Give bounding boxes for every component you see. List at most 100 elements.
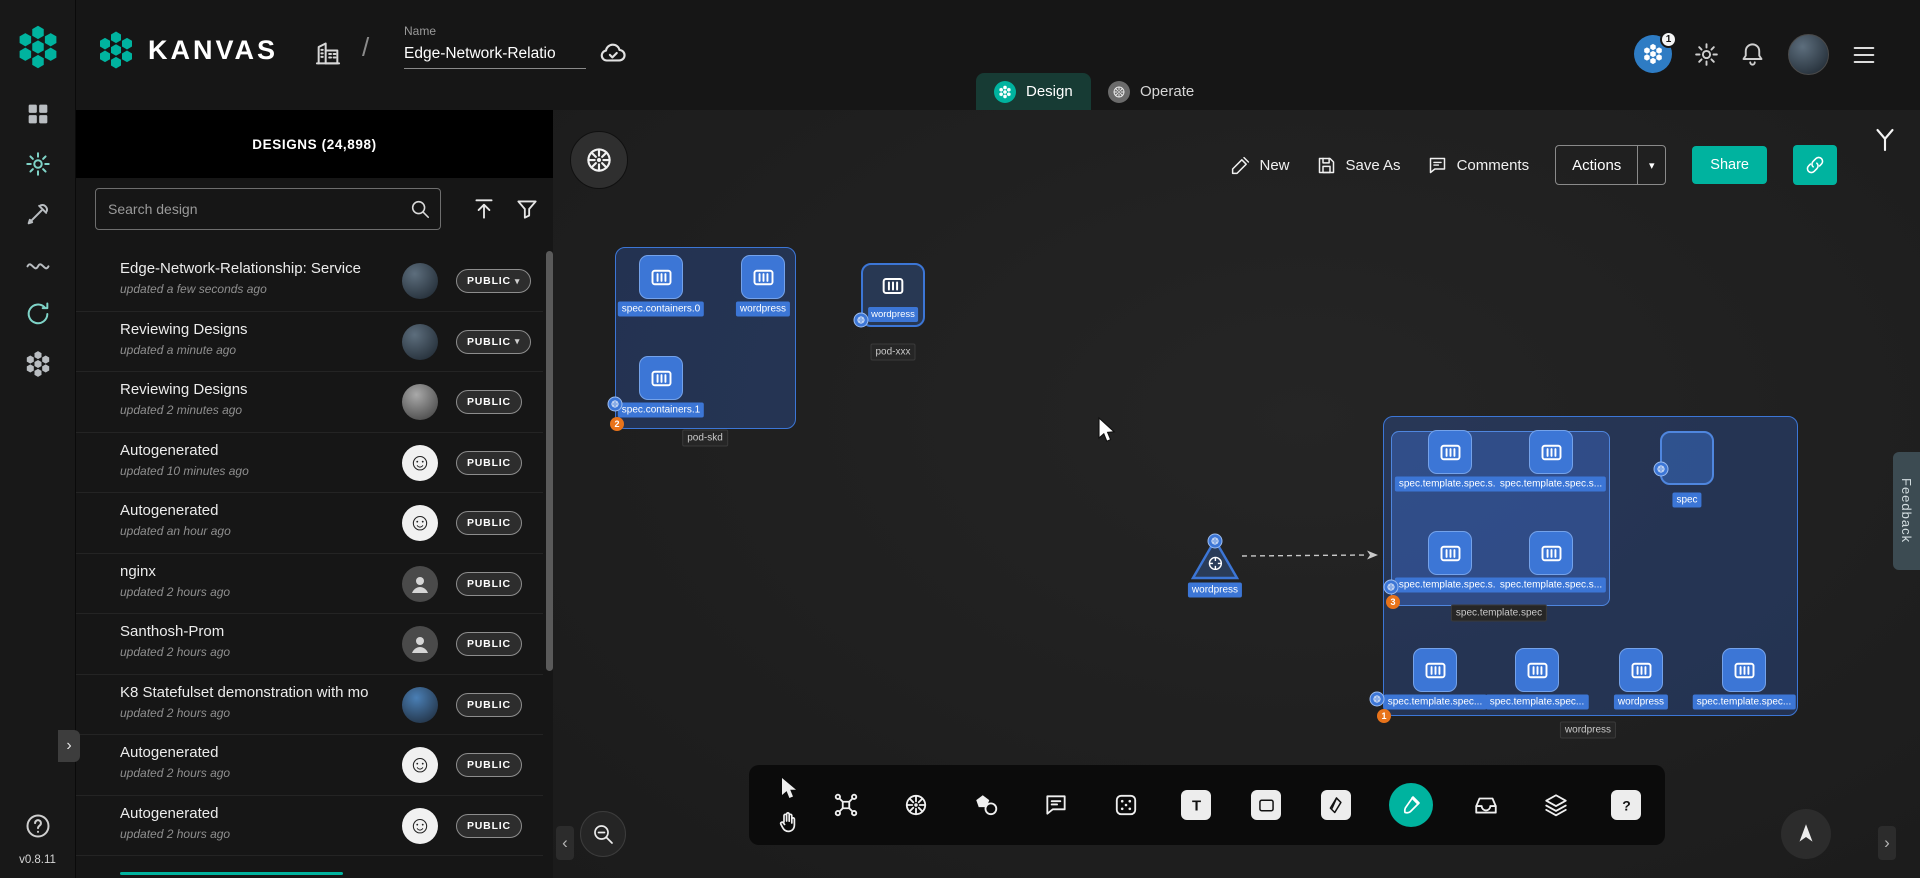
shapes-tool[interactable] — [969, 788, 1003, 822]
visibility-badge[interactable]: PUBLIC — [456, 632, 522, 656]
pod-node[interactable]: wordpress — [861, 263, 925, 327]
container-node[interactable] — [639, 356, 683, 400]
container-node[interactable] — [1529, 430, 1573, 474]
deployment-group-count-badge[interactable]: 1 — [1377, 709, 1391, 723]
design-list-item[interactable]: Autogenerated updated an hour ago ☺ PUBL… — [76, 493, 543, 554]
app-title: KANVAS — [148, 35, 278, 66]
container-node[interactable] — [639, 255, 683, 299]
tab-design[interactable]: Design — [976, 73, 1091, 110]
copy-link-button[interactable] — [1793, 145, 1837, 185]
list-scrollbar[interactable] — [546, 251, 553, 671]
menu-icon[interactable] — [1850, 41, 1878, 69]
dashboard-icon[interactable] — [24, 100, 52, 128]
help-icon[interactable] — [24, 812, 52, 840]
new-button[interactable]: New — [1230, 155, 1290, 176]
pod-node-k8s-badge[interactable] — [854, 313, 869, 328]
spec-node-k8s-badge[interactable] — [1654, 462, 1669, 477]
relationship-tool[interactable] — [829, 788, 863, 822]
toolbox-icon[interactable] — [24, 200, 52, 228]
visibility-badge[interactable]: PUBLIC — [456, 814, 522, 838]
visibility-badge[interactable]: PUBLIC — [456, 572, 522, 596]
freehand-tool[interactable] — [1389, 783, 1433, 827]
comments-button[interactable]: Comments — [1427, 155, 1530, 176]
visibility-badge[interactable]: PUBLIC — [456, 511, 522, 535]
container-node[interactable] — [1428, 531, 1472, 575]
template-group-count-badge[interactable]: 3 — [1386, 595, 1400, 609]
container-node-label: spec.containers.1 — [618, 403, 704, 418]
wordpress-triangle-k8s-badge[interactable] — [1208, 534, 1223, 549]
actions-dropdown-button[interactable]: Actions ▾ — [1555, 145, 1666, 185]
spec-node[interactable] — [1660, 431, 1714, 485]
kubernetes-context-button[interactable] — [570, 131, 628, 189]
notification-center-button[interactable]: 1 — [1634, 35, 1672, 73]
container-node[interactable] — [741, 255, 785, 299]
design-list-item[interactable]: Autogenerated updated 10 minutes ago ☺ P… — [76, 433, 543, 494]
container-node[interactable] — [1428, 430, 1472, 474]
design-list-item[interactable]: Edge-Network-Relationship: Service updat… — [76, 251, 543, 312]
filter-icon[interactable] — [514, 196, 540, 222]
share-button[interactable]: Share — [1692, 146, 1767, 184]
design-list-item[interactable]: K8 Statefulset demonstration with mo upd… — [76, 675, 543, 736]
design-list-item[interactable]: Reviewing Designs updated 2 minutes ago … — [76, 372, 543, 433]
design-name: K8 Statefulset demonstration with mo — [120, 684, 386, 701]
avatar[interactable] — [1788, 34, 1829, 75]
organization-icon[interactable] — [314, 40, 342, 68]
lifecycle-icon[interactable] — [24, 300, 52, 328]
design-list-item[interactable]: Santhosh-Prom updated 2 hours ago PUBLIC — [76, 614, 543, 675]
design-list-item[interactable]: Autogenerated updated 2 hours ago ☺ PUBL… — [76, 735, 543, 796]
kanvas-logo-icon[interactable] — [15, 24, 61, 70]
merge-branch-icon[interactable] — [1870, 122, 1906, 158]
layers-tool[interactable] — [1539, 788, 1573, 822]
components-tool[interactable] — [1109, 788, 1143, 822]
kubernetes-tool[interactable] — [899, 788, 933, 822]
chevron-down-icon[interactable]: ▾ — [1637, 146, 1665, 184]
design-list-item[interactable]: Reviewing Designs updated a minute ago P… — [76, 312, 543, 373]
search-icon[interactable] — [409, 198, 431, 220]
design-name-input[interactable] — [404, 43, 586, 69]
recenter-button[interactable] — [1781, 809, 1831, 859]
visibility-badge[interactable]: PUBLIC — [456, 390, 522, 414]
text-tool[interactable]: T — [1179, 788, 1213, 822]
container-node[interactable] — [1722, 648, 1766, 692]
container-node[interactable] — [1413, 648, 1457, 692]
bell-icon[interactable] — [1739, 41, 1766, 68]
connections-icon[interactable] — [24, 250, 52, 278]
design-list-item[interactable]: nginx updated 2 hours ago PUBLIC — [76, 554, 543, 615]
container-node[interactable] — [1515, 648, 1559, 692]
cloud-sync-icon[interactable] — [598, 38, 628, 68]
visibility-badge[interactable]: PUBLIC▾ — [456, 269, 531, 293]
import-design-icon[interactable] — [471, 196, 497, 222]
visibility-badge[interactable]: PUBLIC▾ — [456, 330, 531, 354]
wordpress-triangle-label: wordpress — [1188, 583, 1242, 598]
brand[interactable]: KANVAS — [96, 30, 278, 70]
visibility-badge[interactable]: PUBLIC — [456, 451, 522, 475]
save-as-button[interactable]: Save As — [1316, 155, 1401, 176]
search-input[interactable] — [95, 188, 441, 230]
tab-operate[interactable]: Operate — [1090, 73, 1212, 110]
container-node[interactable] — [1619, 648, 1663, 692]
pen-tool[interactable] — [1319, 788, 1353, 822]
settings-gears-icon[interactable] — [24, 150, 52, 178]
container-node[interactable] — [1529, 531, 1573, 575]
help-tool[interactable]: ? — [1609, 788, 1643, 822]
design-name: Autogenerated — [120, 744, 386, 761]
comment-tool[interactable] — [1039, 788, 1073, 822]
feedback-tab[interactable]: Feedback — [1893, 452, 1920, 570]
frame-tool[interactable] — [1249, 788, 1283, 822]
pod-group-k8s-badge[interactable] — [608, 397, 623, 412]
kanvas-nav-icon[interactable] — [24, 350, 52, 378]
pan-tool[interactable] — [775, 809, 801, 835]
drawer-tool[interactable] — [1469, 788, 1503, 822]
visibility-badge[interactable]: PUBLIC — [456, 693, 522, 717]
design-list-item[interactable]: Autogenerated updated 2 hours ago ☺ PUBL… — [76, 796, 543, 857]
expand-right-chevron[interactable]: › — [1878, 826, 1896, 860]
zoom-out-button[interactable] — [580, 811, 626, 857]
visibility-badge[interactable]: PUBLIC — [456, 753, 522, 777]
pod-group-count-badge[interactable]: 2 — [610, 417, 624, 431]
template-group-k8s-badge[interactable] — [1384, 580, 1399, 595]
select-tool[interactable] — [775, 775, 801, 801]
collapse-panel-chevron[interactable]: ‹ — [556, 826, 574, 860]
deployment-group-k8s-badge[interactable] — [1370, 692, 1385, 707]
gear-icon[interactable] — [1693, 41, 1720, 68]
sidebar-expand-button[interactable]: › — [58, 730, 80, 762]
